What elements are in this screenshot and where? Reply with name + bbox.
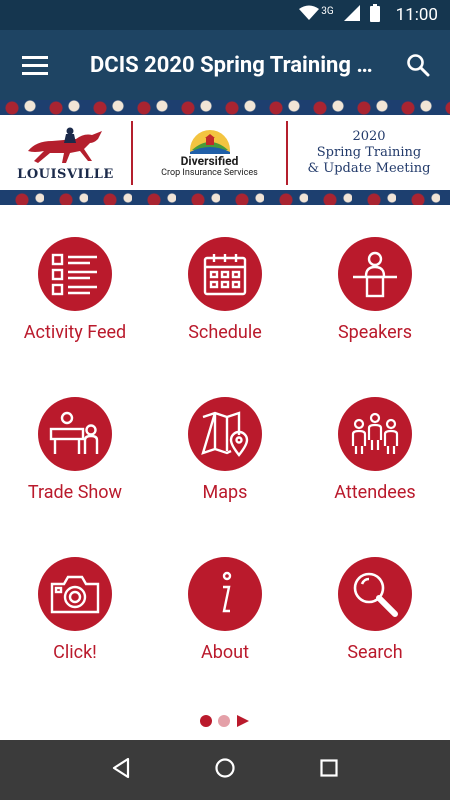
banner-panel: LOUISVILLE Diversified Crop Insurance Se…	[0, 115, 450, 190]
network-type: 3G	[321, 5, 334, 17]
event-line2: & Update Meeting	[307, 160, 431, 176]
wifi-icon	[299, 5, 320, 25]
tile-search[interactable]: Search	[300, 525, 450, 685]
hamburger-icon	[22, 56, 48, 75]
clock: 11:00	[395, 5, 438, 25]
signal-icon	[343, 5, 360, 25]
map-icon	[188, 397, 262, 471]
dcis-name: Diversified	[180, 153, 239, 168]
menu-button[interactable]	[0, 30, 70, 100]
tile-label: Schedule	[188, 322, 262, 343]
magnifier-icon	[338, 557, 412, 631]
back-icon[interactable]	[111, 757, 131, 783]
tile-label: Speakers	[337, 322, 412, 343]
next-page-arrow-icon[interactable]	[236, 712, 250, 731]
speaker-icon	[338, 237, 412, 311]
tile-about[interactable]: About	[150, 525, 300, 685]
info-icon	[188, 557, 262, 631]
menu-grid: Activity Feed Schedule Speakers Trade Sh…	[0, 205, 450, 710]
tile-label: Maps	[202, 482, 248, 503]
system-nav-bar	[0, 740, 450, 800]
tile-attendees[interactable]: Attendees	[300, 365, 450, 525]
camera-icon	[38, 557, 112, 631]
search-icon	[407, 54, 430, 77]
search-button[interactable]	[386, 30, 450, 100]
list-icon	[38, 237, 112, 311]
tile-label: About	[201, 642, 249, 663]
app-bar: DCIS 2020 Spring Training & Update Meeti…	[0, 30, 450, 100]
tile-activity-feed[interactable]: Activity Feed	[0, 205, 150, 365]
event-year: 2020	[352, 128, 386, 144]
farm-icon	[189, 129, 230, 154]
event-title-block: 2020 Spring Training & Update Meeting	[288, 121, 450, 185]
tile-label: Activity Feed	[23, 322, 127, 343]
page-dot[interactable]	[218, 715, 230, 727]
dcis-logo: Diversified Crop Insurance Services	[133, 120, 288, 185]
tile-label: Search	[347, 642, 403, 663]
dcis-subtitle: Crop Insurance Services	[161, 167, 258, 178]
tile-schedule[interactable]: Schedule	[150, 205, 300, 365]
tile-click[interactable]: Click!	[0, 525, 150, 685]
louisville-text: LOUISVILLE	[17, 167, 114, 182]
tile-label: Attendees	[334, 482, 416, 503]
tile-trade-show[interactable]: Trade Show	[0, 365, 150, 525]
horse-icon	[27, 127, 102, 163]
recents-icon[interactable]	[319, 758, 339, 782]
event-line1: Spring Training	[316, 144, 422, 160]
page-dot-active[interactable]	[200, 715, 212, 727]
tile-label: Click!	[53, 642, 97, 663]
event-banner: LOUISVILLE Diversified Crop Insurance Se…	[0, 100, 450, 205]
status-bar: 3G 11:00	[0, 0, 450, 30]
page-title: DCIS 2020 Spring Training & Update Meeti…	[90, 52, 386, 78]
booth-icon	[38, 397, 112, 471]
people-icon	[338, 397, 412, 471]
calendar-icon	[188, 237, 262, 311]
tile-label: Trade Show	[27, 482, 123, 503]
battery-icon	[369, 4, 380, 26]
home-icon[interactable]	[214, 757, 236, 783]
page-indicator	[0, 712, 450, 730]
tile-maps[interactable]: Maps	[150, 365, 300, 525]
louisville-logo: LOUISVILLE	[0, 120, 133, 185]
tile-speakers[interactable]: Speakers	[300, 205, 450, 365]
